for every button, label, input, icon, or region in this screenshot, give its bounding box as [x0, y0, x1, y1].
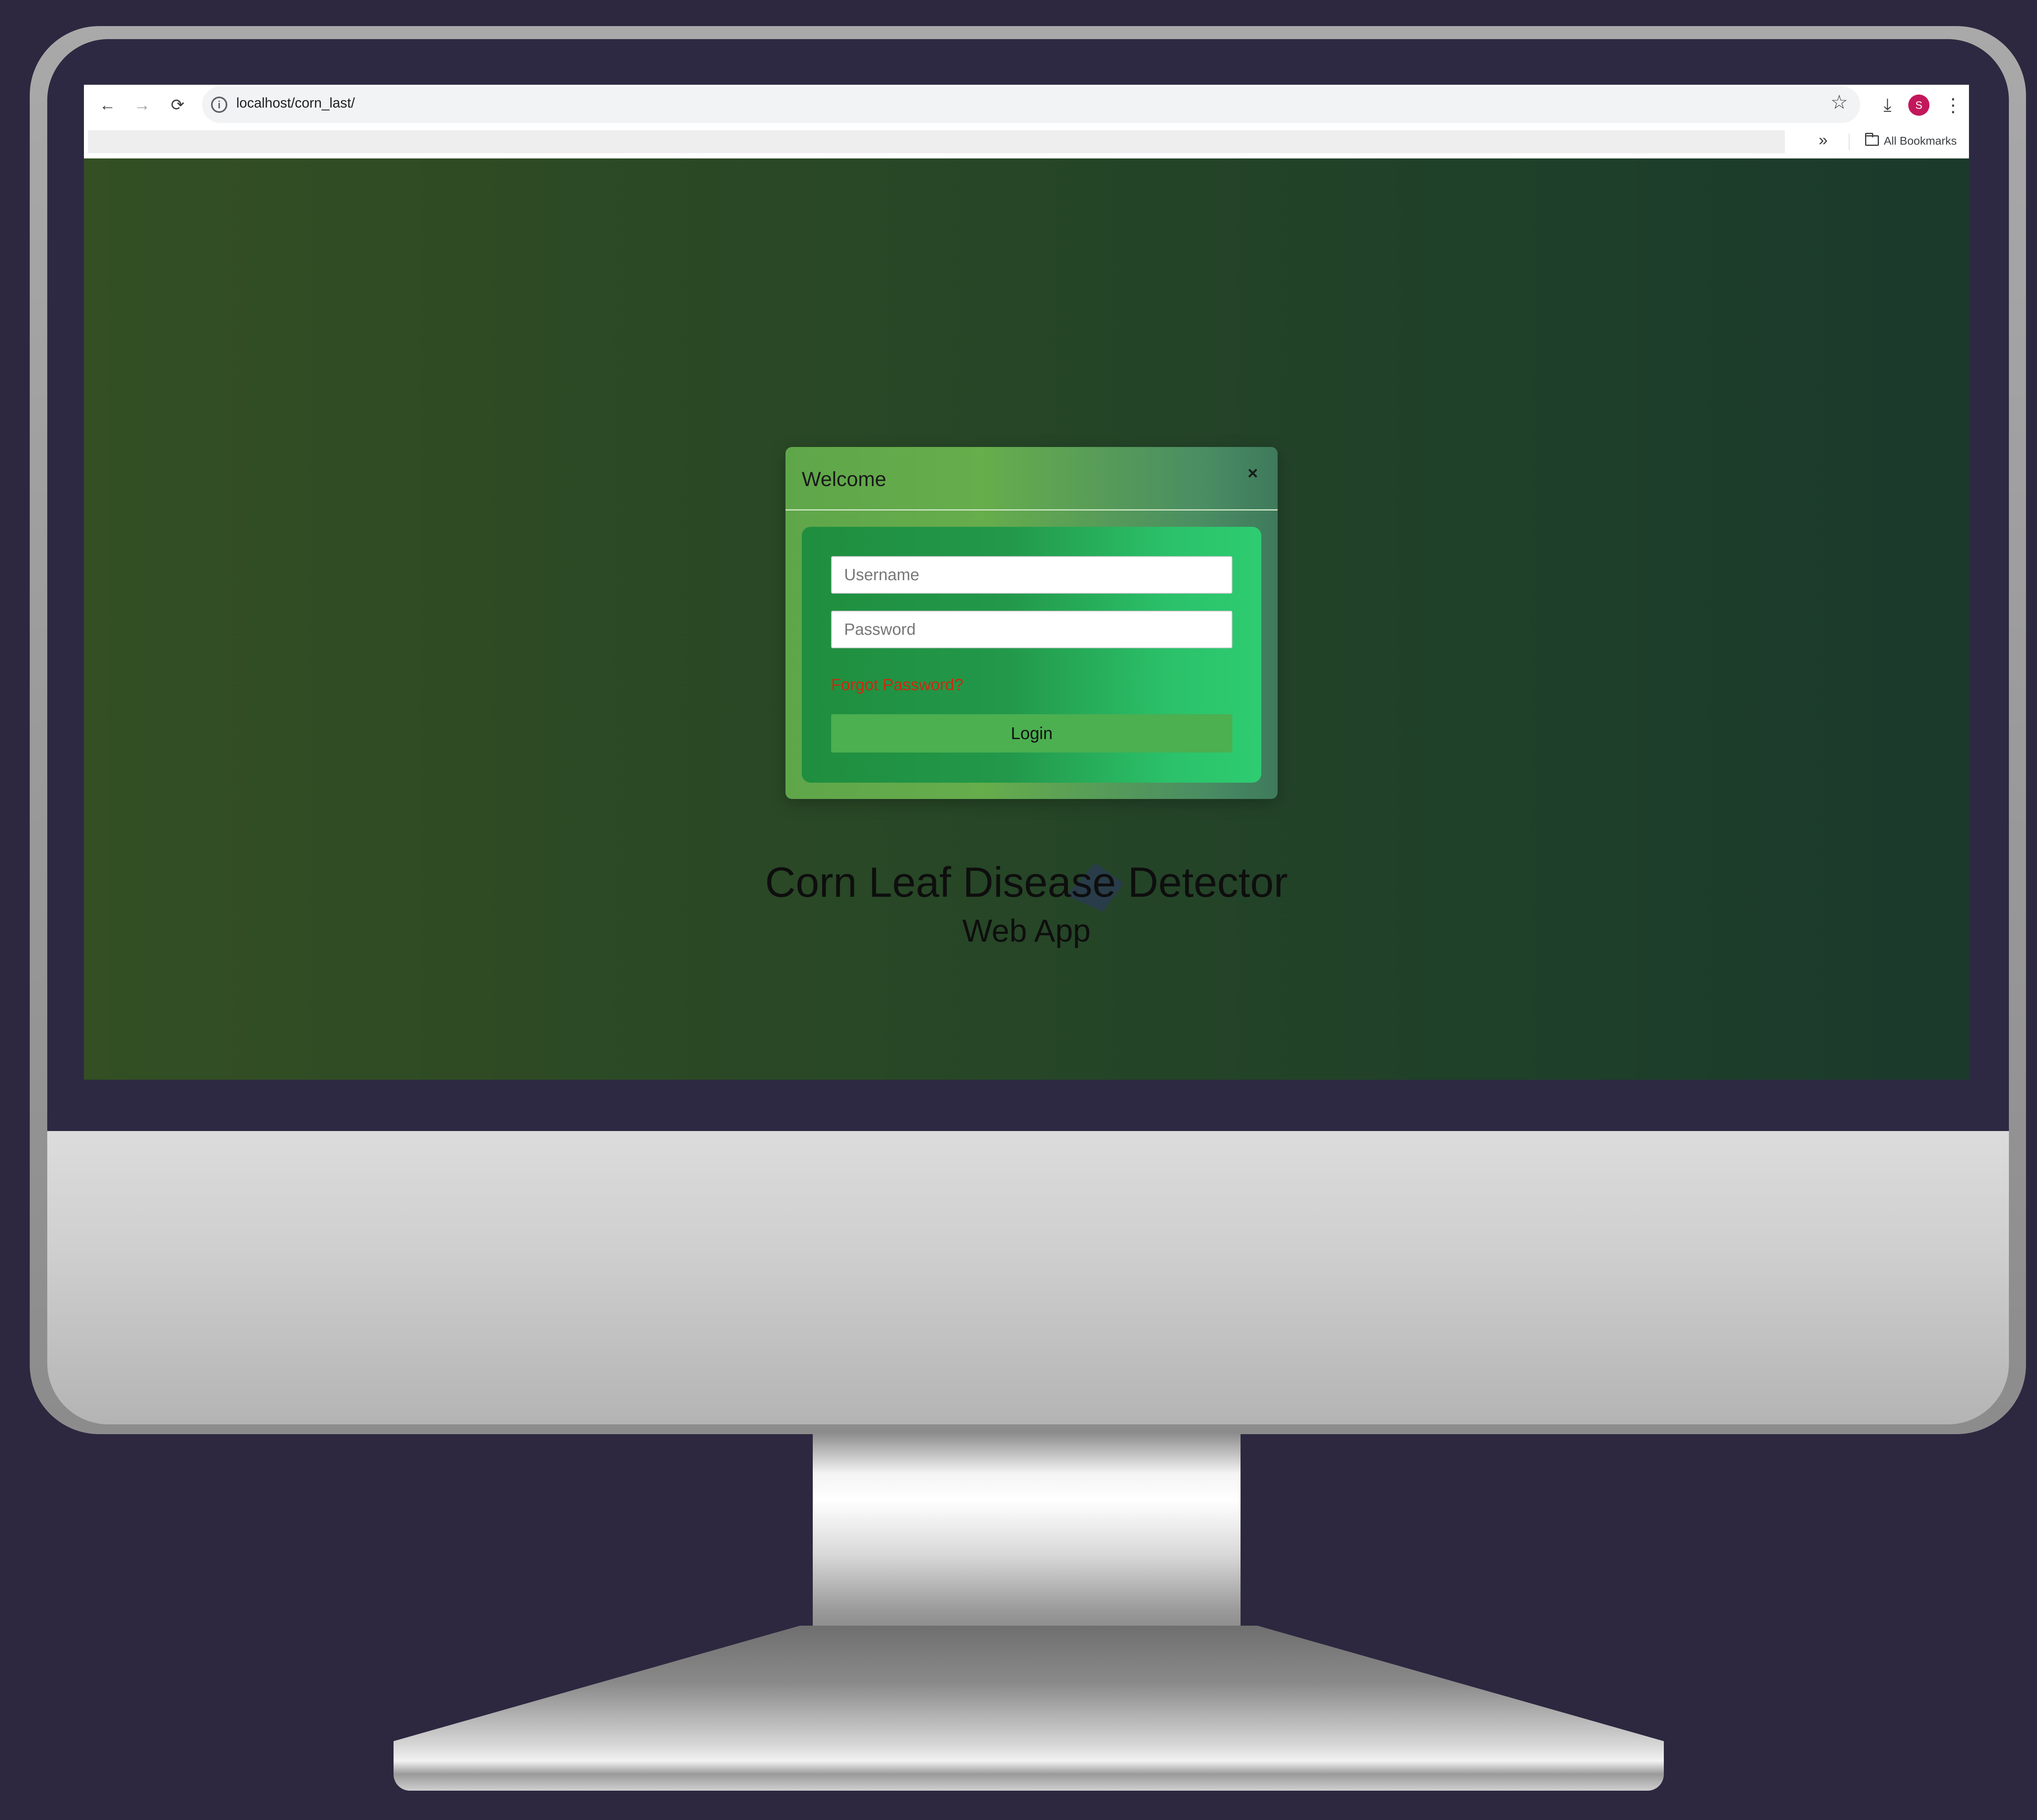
address-bar[interactable]: i localhost/corn_last/ ☆: [202, 86, 1860, 123]
login-form: Forgot Password? Login: [802, 527, 1261, 783]
more-menu-icon[interactable]: ⋮: [1944, 92, 1962, 118]
bookmarks-bar: » All Bookmarks: [84, 125, 1969, 158]
monitor-stand-base: [394, 1626, 1664, 1791]
login-modal: Welcome × Forgot Password? Login: [785, 447, 1278, 799]
page-content: Corn Leaf Disease Detector Web App Welco…: [84, 158, 1969, 1080]
browser-toolbar: ← → ⟳ i localhost/corn_last/ ☆ ⤓ S ⋮: [84, 85, 1969, 125]
browser-window: ← → ⟳ i localhost/corn_last/ ☆ ⤓ S ⋮ » A…: [84, 85, 1969, 1080]
modal-header: Welcome ×: [785, 447, 1278, 511]
url-text[interactable]: localhost/corn_last/: [236, 95, 355, 111]
bookmarks-divider: [1849, 134, 1850, 150]
back-arrow-icon[interactable]: ←: [95, 92, 121, 118]
all-bookmarks-link[interactable]: All Bookmarks: [1884, 134, 1957, 147]
profile-avatar[interactable]: S: [1908, 95, 1929, 116]
login-button[interactable]: Login: [831, 714, 1232, 753]
close-icon[interactable]: ×: [1243, 463, 1263, 484]
folder-icon[interactable]: [1865, 133, 1879, 146]
username-input[interactable]: [831, 556, 1232, 594]
bookmarks-list: [88, 130, 1785, 153]
monitor-stand-neck: [813, 1434, 1241, 1654]
site-info-icon[interactable]: i: [211, 97, 227, 113]
modal-title: Welcome: [802, 468, 887, 491]
download-icon[interactable]: ⤓: [1874, 92, 1901, 118]
bookmarks-overflow-icon[interactable]: »: [1819, 131, 1828, 150]
monitor-chin: [47, 1131, 2009, 1424]
password-input[interactable]: [831, 611, 1232, 648]
reload-icon[interactable]: ⟳: [165, 92, 191, 118]
forgot-password-link[interactable]: Forgot Password?: [831, 676, 964, 694]
screenshot-stage: ← → ⟳ i localhost/corn_last/ ☆ ⤓ S ⋮ » A…: [0, 0, 2037, 1820]
forward-arrow-icon[interactable]: →: [129, 92, 155, 118]
bookmark-star-icon[interactable]: ☆: [1830, 93, 1848, 112]
